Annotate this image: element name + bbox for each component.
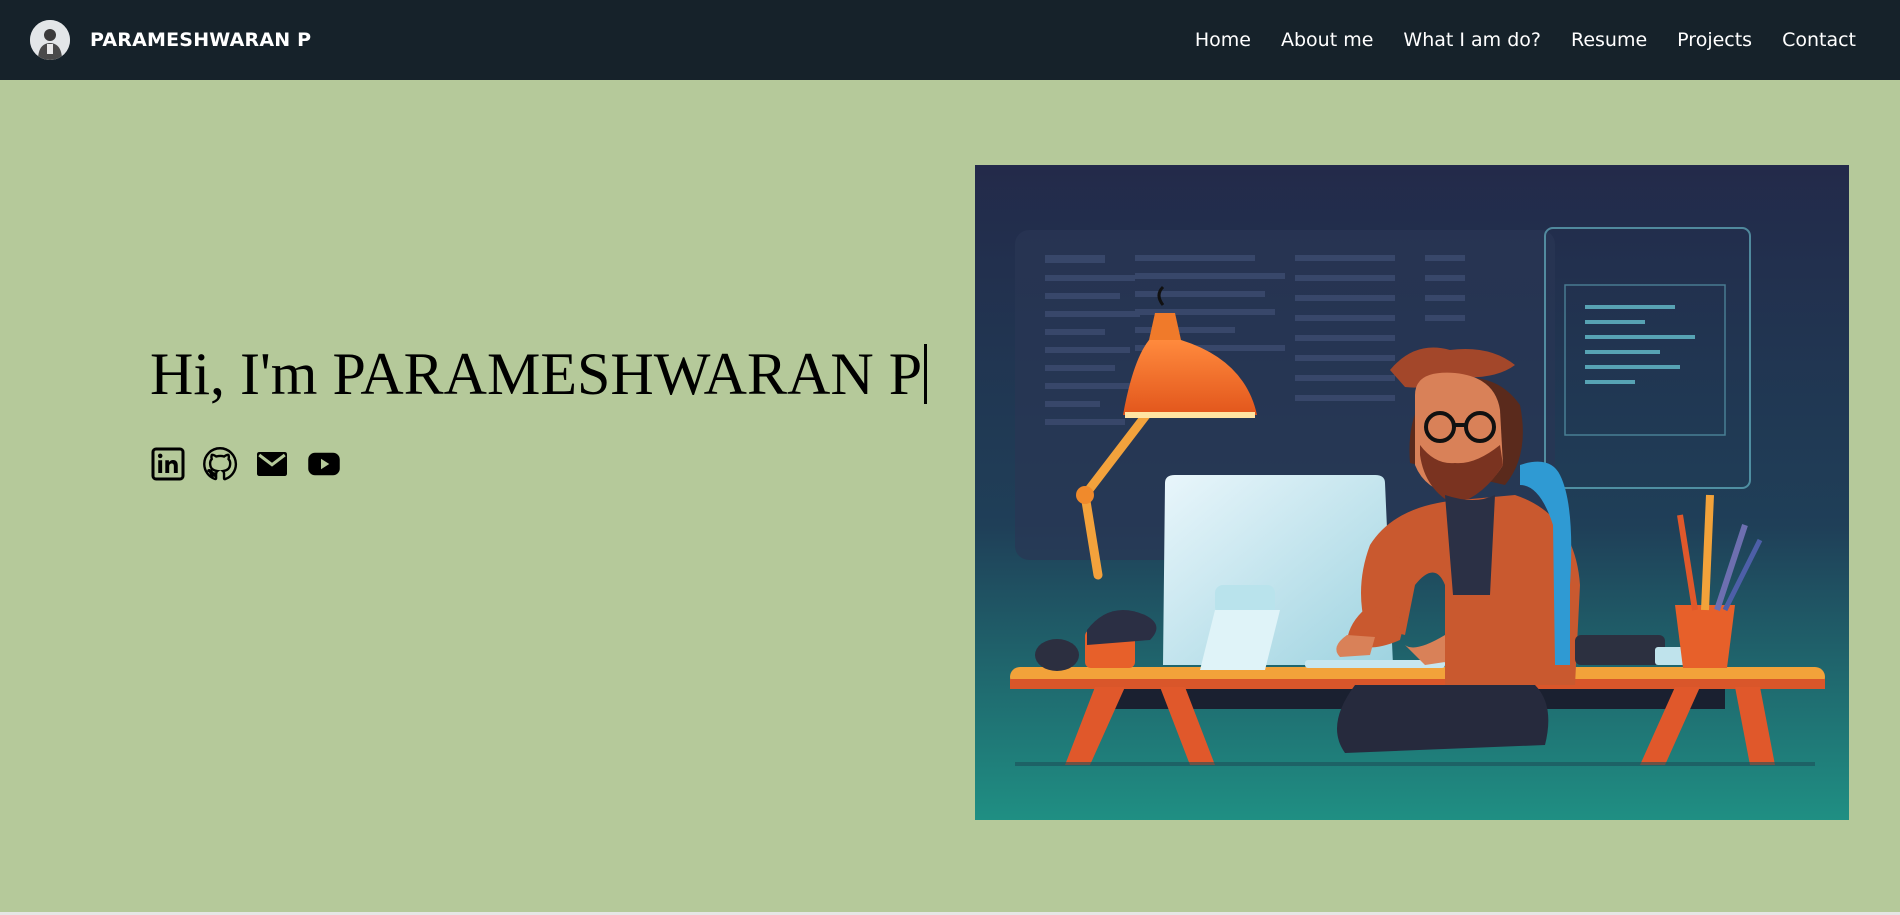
youtube-icon: [308, 452, 340, 476]
brand-name: PARAMESHWARAN P: [90, 29, 312, 51]
github-icon: [203, 447, 238, 481]
hero-title: Hi, I'm PARAMESHWARAN P: [150, 340, 928, 409]
navbar: PARAMESHWARAN P Home About me What I am …: [0, 0, 1900, 80]
brand-link[interactable]: PARAMESHWARAN P: [30, 20, 311, 60]
developer-at-desk-illustration: [975, 165, 1849, 820]
github-link[interactable]: [202, 446, 238, 482]
hero-illustration: [975, 165, 1849, 820]
nav-resume[interactable]: Resume: [1571, 29, 1647, 51]
nav-home[interactable]: Home: [1195, 29, 1251, 51]
nav-what-i-do[interactable]: What I am do?: [1403, 29, 1541, 51]
nav-projects[interactable]: Projects: [1677, 29, 1752, 51]
email-link[interactable]: [254, 446, 290, 482]
typing-cursor: [924, 344, 928, 404]
avatar: [30, 20, 70, 60]
mail-icon: [257, 452, 287, 476]
hero-title-text: Hi, I'm PARAMESHWARAN P: [150, 341, 923, 407]
main-nav: Home About me What I am do? Resume Proje…: [1165, 29, 1856, 51]
linkedin-link[interactable]: [150, 446, 186, 482]
nav-contact[interactable]: Contact: [1782, 29, 1856, 51]
nav-about-me[interactable]: About me: [1281, 29, 1373, 51]
user-avatar-icon: [30, 20, 70, 60]
social-links: [150, 446, 358, 482]
youtube-link[interactable]: [306, 446, 342, 482]
linkedin-icon: [151, 447, 185, 481]
